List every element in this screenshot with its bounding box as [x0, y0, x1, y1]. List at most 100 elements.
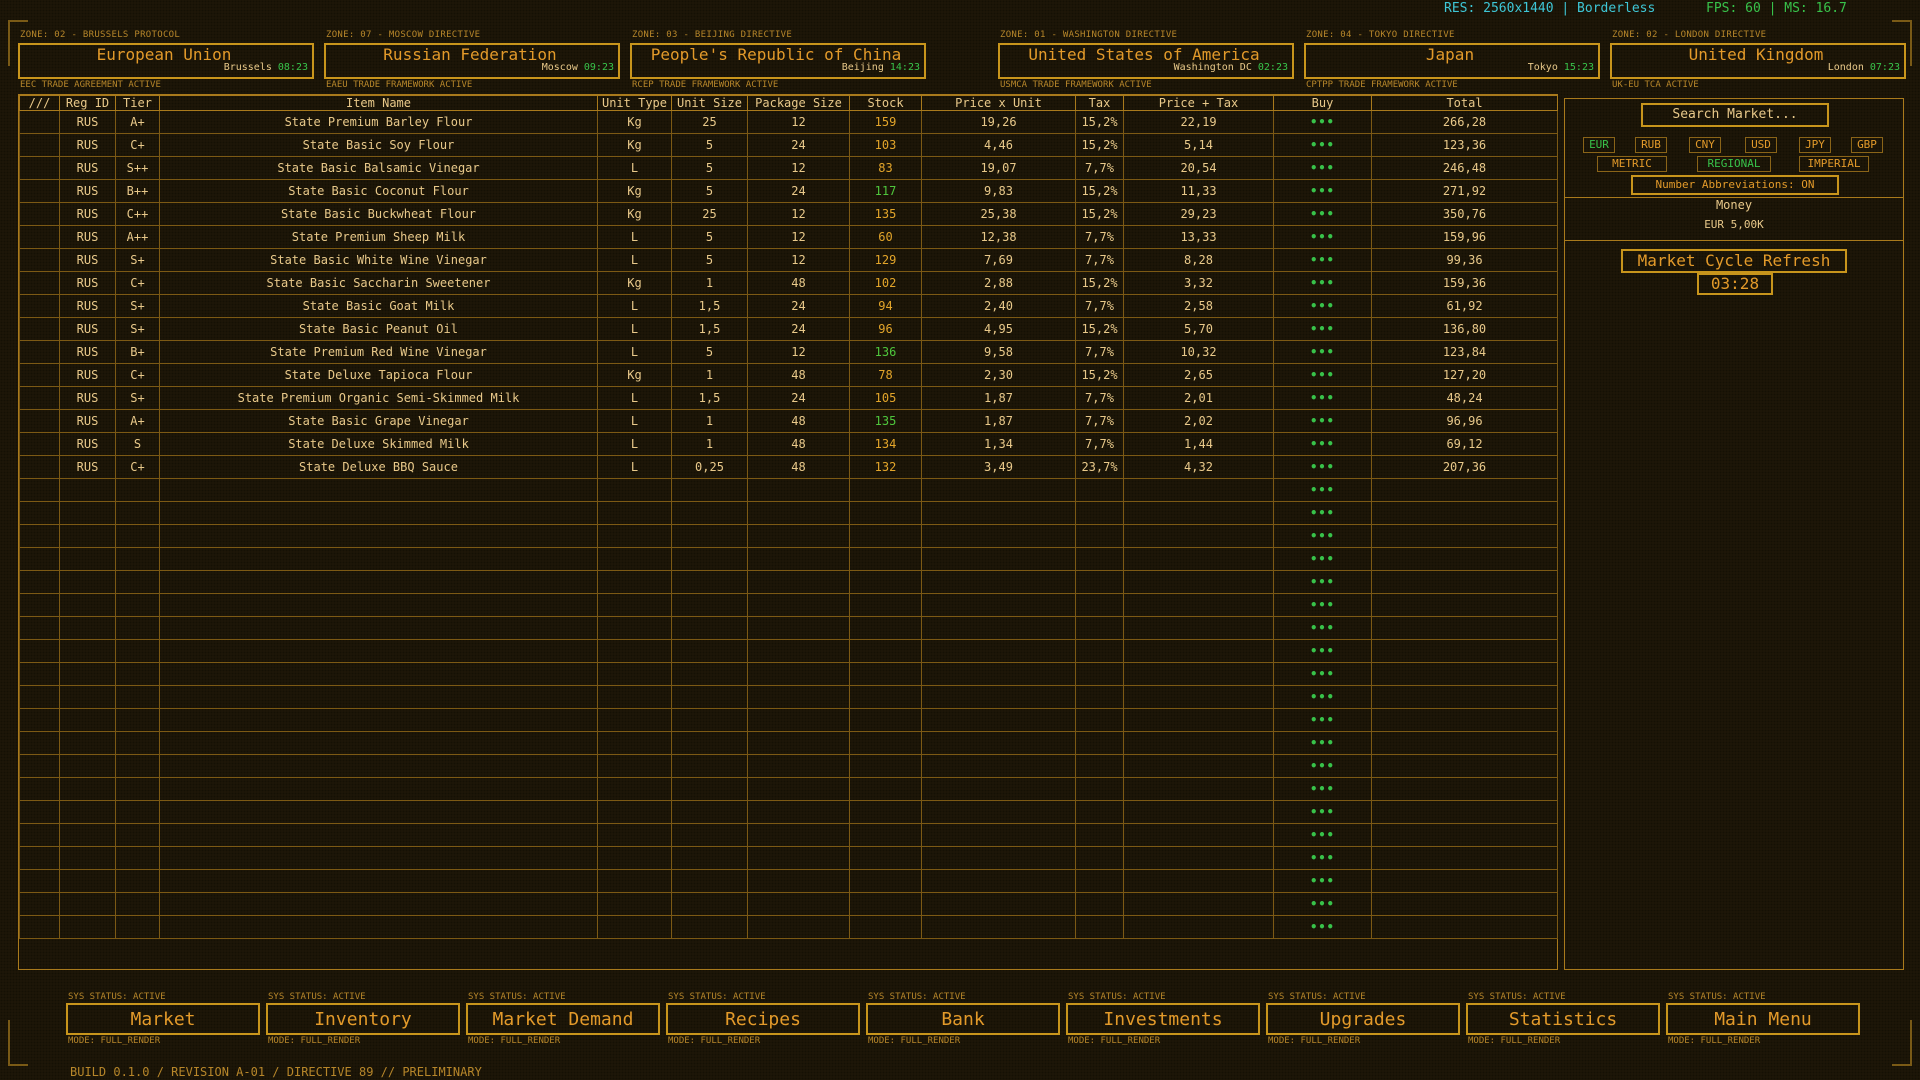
buy-button[interactable]: ••• — [1273, 639, 1372, 663]
buy-button[interactable]: ••• — [1273, 915, 1372, 939]
nav-investments-button[interactable]: Investments — [1066, 1003, 1260, 1035]
table-row[interactable]: ••• — [19, 570, 1558, 594]
currency-rub-button[interactable]: RUB — [1635, 137, 1667, 153]
col-header-unit-type[interactable]: Unit Type — [597, 95, 672, 111]
col-header-total[interactable]: Total — [1371, 95, 1558, 111]
row-select-cell[interactable] — [19, 501, 60, 525]
row-select-cell[interactable] — [19, 294, 60, 318]
table-row[interactable]: ••• — [19, 685, 1558, 709]
buy-button[interactable]: ••• — [1273, 225, 1372, 249]
nav-main-menu-button[interactable]: Main Menu — [1666, 1003, 1860, 1035]
row-select-cell[interactable] — [19, 248, 60, 272]
buy-button[interactable]: ••• — [1273, 248, 1372, 272]
row-select-cell[interactable] — [19, 547, 60, 571]
row-select-cell[interactable] — [19, 869, 60, 893]
table-row[interactable]: RUS C++ State Basic Buckwheat Flour Kg 25 12 1… — [19, 202, 1558, 226]
table-row[interactable]: RUS S+ State Premium Organic Semi-Skimmed … — [19, 386, 1558, 410]
table-row[interactable]: RUS B+ State Premium Red Wine Vinegar L 5 12 1… — [19, 340, 1558, 364]
table-row[interactable]: RUS B++ State Basic Coconut Flour Kg 5 24 117 9… — [19, 179, 1558, 203]
buy-button[interactable]: ••• — [1273, 271, 1372, 295]
nav-upgrades-button[interactable]: Upgrades — [1266, 1003, 1460, 1035]
zone-japan[interactable]: ZONE: 04 - TOKYO DIRECTIVE Japan Tokyo 1… — [1304, 30, 1600, 92]
table-row[interactable]: ••• — [19, 501, 1558, 525]
row-select-cell[interactable] — [19, 409, 60, 433]
buy-button[interactable]: ••• — [1273, 340, 1372, 364]
col-header-buy[interactable]: Buy — [1273, 95, 1372, 111]
col-header-price-unit[interactable]: Price x Unit — [921, 95, 1076, 111]
row-select-cell[interactable] — [19, 777, 60, 801]
currency-jpy-button[interactable]: JPY — [1799, 137, 1831, 153]
nav-market-demand[interactable]: SYS STATUS: ACTIVE Market Demand MODE: F… — [466, 992, 660, 1048]
zone-uk[interactable]: ZONE: 02 - LONDON DIRECTIVE United Kingd… — [1610, 30, 1906, 92]
nav-market[interactable]: SYS STATUS: ACTIVE Market MODE: FULL_REN… — [66, 992, 260, 1048]
buy-button[interactable]: ••• — [1273, 501, 1372, 525]
row-select-cell[interactable] — [19, 524, 60, 548]
col-header-stock[interactable]: Stock — [849, 95, 922, 111]
number-abbreviations-toggle[interactable]: Number Abbreviations: ON — [1631, 175, 1839, 195]
table-row[interactable]: ••• — [19, 800, 1558, 824]
nav-statistics-button[interactable]: Statistics — [1466, 1003, 1660, 1035]
row-select-cell[interactable] — [19, 432, 60, 456]
table-row[interactable]: ••• — [19, 478, 1558, 502]
table-row[interactable]: ••• — [19, 731, 1558, 755]
buy-button[interactable]: ••• — [1273, 662, 1372, 686]
row-select-cell[interactable] — [19, 363, 60, 387]
table-row[interactable]: ••• — [19, 823, 1558, 847]
nav-bank[interactable]: SYS STATUS: ACTIVE Bank MODE: FULL_RENDE… — [866, 992, 1060, 1048]
buy-button[interactable]: ••• — [1273, 110, 1372, 134]
row-select-cell[interactable] — [19, 386, 60, 410]
col-header-select[interactable]: /// — [19, 95, 60, 111]
table-row[interactable]: ••• — [19, 869, 1558, 893]
row-select-cell[interactable] — [19, 616, 60, 640]
row-select-cell[interactable] — [19, 133, 60, 157]
row-select-cell[interactable] — [19, 823, 60, 847]
currency-cny-button[interactable]: CNY — [1689, 137, 1721, 153]
buy-button[interactable]: ••• — [1273, 869, 1372, 893]
row-select-cell[interactable] — [19, 639, 60, 663]
row-select-cell[interactable] — [19, 593, 60, 617]
table-row[interactable]: ••• — [19, 616, 1558, 640]
buy-button[interactable]: ••• — [1273, 317, 1372, 341]
table-row[interactable]: RUS C+ State Basic Soy Flour Kg 5 24 103 4,46 15… — [19, 133, 1558, 157]
buy-button[interactable]: ••• — [1273, 777, 1372, 801]
zone-china[interactable]: ZONE: 03 - BEIJING DIRECTIVE People's Re… — [630, 30, 926, 92]
buy-button[interactable]: ••• — [1273, 892, 1372, 916]
unit-regional-button[interactable]: REGIONAL — [1697, 156, 1771, 172]
nav-market-demand-button[interactable]: Market Demand — [466, 1003, 660, 1035]
table-row[interactable]: RUS S+ State Basic White Wine Vinegar L 5 12 1… — [19, 248, 1558, 272]
row-select-cell[interactable] — [19, 156, 60, 180]
buy-button[interactable]: ••• — [1273, 524, 1372, 548]
row-select-cell[interactable] — [19, 478, 60, 502]
nav-recipes[interactable]: SYS STATUS: ACTIVE Recipes MODE: FULL_RE… — [666, 992, 860, 1048]
buy-button[interactable]: ••• — [1273, 547, 1372, 571]
buy-button[interactable]: ••• — [1273, 708, 1372, 732]
buy-button[interactable]: ••• — [1273, 455, 1372, 479]
table-row[interactable]: RUS C+ State Deluxe BBQ Sauce L 0,25 48 132 3,4… — [19, 455, 1558, 479]
table-row[interactable]: ••• — [19, 662, 1558, 686]
buy-button[interactable]: ••• — [1273, 363, 1372, 387]
buy-button[interactable]: ••• — [1273, 409, 1372, 433]
buy-button[interactable]: ••• — [1273, 202, 1372, 226]
unit-imperial-button[interactable]: IMPERIAL — [1799, 156, 1869, 172]
col-header-tier[interactable]: Tier — [115, 95, 160, 111]
col-header-price-tax[interactable]: Price + Tax — [1123, 95, 1274, 111]
buy-button[interactable]: ••• — [1273, 156, 1372, 180]
table-row[interactable]: ••• — [19, 593, 1558, 617]
nav-inventory[interactable]: SYS STATUS: ACTIVE Inventory MODE: FULL_… — [266, 992, 460, 1048]
table-row[interactable]: RUS C+ State Deluxe Tapioca Flour Kg 1 48 78 2,… — [19, 363, 1558, 387]
table-row[interactable]: ••• — [19, 524, 1558, 548]
search-market-input[interactable]: Search Market... — [1641, 103, 1829, 127]
table-row[interactable]: RUS A+ State Premium Barley Flour Kg 25 12 159… — [19, 110, 1558, 134]
row-select-cell[interactable] — [19, 570, 60, 594]
row-select-cell[interactable] — [19, 685, 60, 709]
buy-button[interactable]: ••• — [1273, 846, 1372, 870]
nav-upgrades[interactable]: SYS STATUS: ACTIVE Upgrades MODE: FULL_R… — [1266, 992, 1460, 1048]
row-select-cell[interactable] — [19, 340, 60, 364]
row-select-cell[interactable] — [19, 846, 60, 870]
currency-eur-button[interactable]: EUR — [1583, 137, 1615, 153]
zone-russia[interactable]: ZONE: 07 - MOSCOW DIRECTIVE Russian Fede… — [324, 30, 620, 92]
row-select-cell[interactable] — [19, 225, 60, 249]
buy-button[interactable]: ••• — [1273, 823, 1372, 847]
buy-button[interactable]: ••• — [1273, 593, 1372, 617]
nav-market-button[interactable]: Market — [66, 1003, 260, 1035]
